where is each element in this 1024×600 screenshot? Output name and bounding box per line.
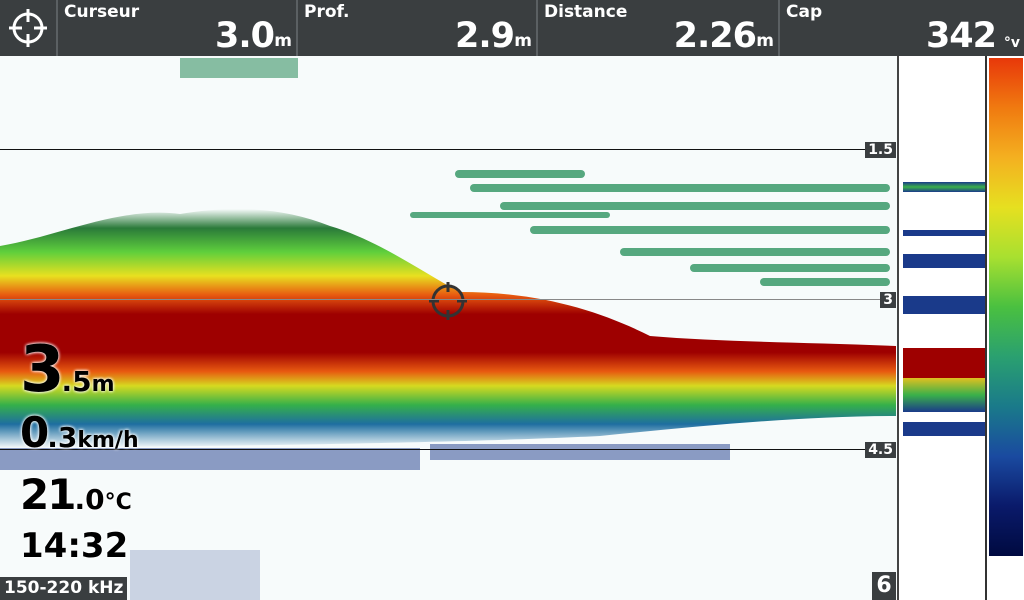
a-scope-return — [903, 296, 987, 314]
heading-value: 342 — [925, 16, 997, 56]
heading-label: Cap — [786, 2, 823, 22]
distance-label: Distance — [544, 2, 628, 22]
color-scale-gradient — [989, 58, 1023, 556]
a-scope-bottom — [903, 348, 987, 378]
depth-cell: Prof. 2.9 m — [296, 0, 538, 56]
speed-readout: 0.3km/h — [20, 412, 139, 455]
top-info-bar: Curseur 3.0 m Prof. 2.9 m Distance 2.26 … — [0, 0, 1024, 56]
distance-value: 2.26 — [673, 16, 757, 56]
cursor-target-button[interactable] — [0, 0, 58, 56]
a-scope-return — [903, 182, 987, 192]
crosshair-icon — [9, 9, 47, 47]
depth-mark-2: 3 — [880, 292, 896, 308]
cursor-label: Curseur — [64, 2, 140, 22]
heading-unit: °v — [1003, 35, 1020, 51]
a-scope-return — [903, 378, 987, 412]
depth-mark-3: 4.5 — [865, 442, 896, 458]
cursor-depth-cell: Curseur 3.0 m — [56, 0, 298, 56]
cursor-value: 3.0 — [214, 16, 275, 56]
depth-label: Prof. — [304, 2, 350, 22]
speed-readout-unit: km/h — [77, 428, 139, 453]
temperature-readout: 21.0°C — [20, 474, 132, 517]
speed-readout-dec: .3 — [47, 421, 78, 454]
distance-unit: m — [756, 31, 774, 51]
a-scope-return — [903, 254, 987, 268]
depth-gridline-2 — [0, 299, 896, 300]
depth-value: 2.9 — [454, 16, 515, 56]
depth-readout-dec: .5 — [61, 365, 92, 398]
a-scope-return — [903, 422, 987, 436]
a-scope-return — [903, 230, 987, 236]
distance-cell: Distance 2.26 m — [536, 0, 780, 56]
heading-cell: Cap 342 °v — [778, 0, 1024, 56]
depth-readout-unit: m — [91, 372, 115, 397]
depth-unit: m — [514, 31, 532, 51]
temp-readout-int: 21 — [20, 470, 76, 519]
sonar-view[interactable] — [0, 56, 896, 600]
fish-schools — [410, 170, 890, 286]
depth-mark-1: 1.5 — [865, 142, 896, 158]
surface-clutter — [180, 58, 298, 78]
depth-gridline-1 — [0, 149, 896, 150]
frequency-badge[interactable]: 150-220 kHz — [0, 577, 128, 600]
cursor-unit: m — [274, 31, 292, 51]
depth-readout-int: 3 — [20, 333, 64, 407]
a-scope-panel — [897, 56, 987, 600]
temp-readout-unit: °C — [104, 490, 132, 515]
color-scale — [985, 56, 1024, 600]
temp-readout-dec: .0 — [74, 483, 105, 516]
speed-readout-int: 0 — [20, 408, 49, 457]
depth-readout: 3.5m — [20, 338, 115, 402]
time-readout: 14:32 — [20, 526, 129, 566]
page-number-badge[interactable]: 6 — [872, 572, 896, 600]
